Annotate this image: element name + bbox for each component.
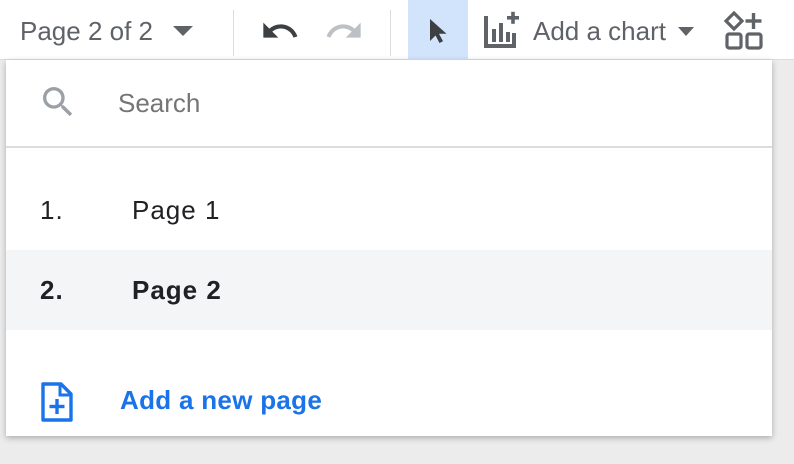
page-selector[interactable]: Page 2 of 2: [20, 10, 193, 52]
page-number: 2.: [40, 274, 64, 305]
toolbar-divider: [390, 10, 391, 56]
add-chart-label: Add a chart: [533, 15, 666, 46]
bar-chart-plus-icon: [484, 11, 519, 48]
page-name: Page 1: [132, 194, 221, 225]
page-menu: 1. Page 1 2. Page 2 Add a new page: [6, 60, 772, 436]
search-input[interactable]: [118, 80, 718, 126]
redo-button[interactable]: [322, 8, 366, 54]
page-list-item-active[interactable]: 2. Page 2: [6, 250, 772, 330]
page-search: [6, 60, 772, 148]
page-number: 1.: [40, 194, 64, 225]
add-control-button[interactable]: [722, 8, 766, 54]
page-selector-label: Page 2 of 2: [20, 15, 153, 46]
page-name: Page 2: [132, 274, 222, 305]
pointer-icon: [430, 19, 447, 43]
undo-button[interactable]: [258, 8, 302, 54]
toolbar-divider: [233, 10, 234, 56]
shapes-plus-icon: [723, 10, 763, 50]
add-page-button[interactable]: Add a new page: [6, 360, 772, 440]
select-tool-button[interactable]: [408, 0, 468, 60]
toolbar: Page 2 of 2 Add a chart: [0, 0, 794, 60]
add-chart-button[interactable]: Add a chart: [481, 8, 694, 54]
page-list-item[interactable]: 1. Page 1: [6, 170, 772, 250]
add-page-icon: [40, 382, 74, 427]
redo-icon: [326, 22, 361, 38]
add-page-label: Add a new page: [120, 384, 323, 415]
chevron-down-icon: [677, 26, 694, 36]
search-icon: [38, 82, 78, 127]
undo-icon: [263, 22, 298, 38]
chevron-down-icon: [173, 26, 193, 36]
